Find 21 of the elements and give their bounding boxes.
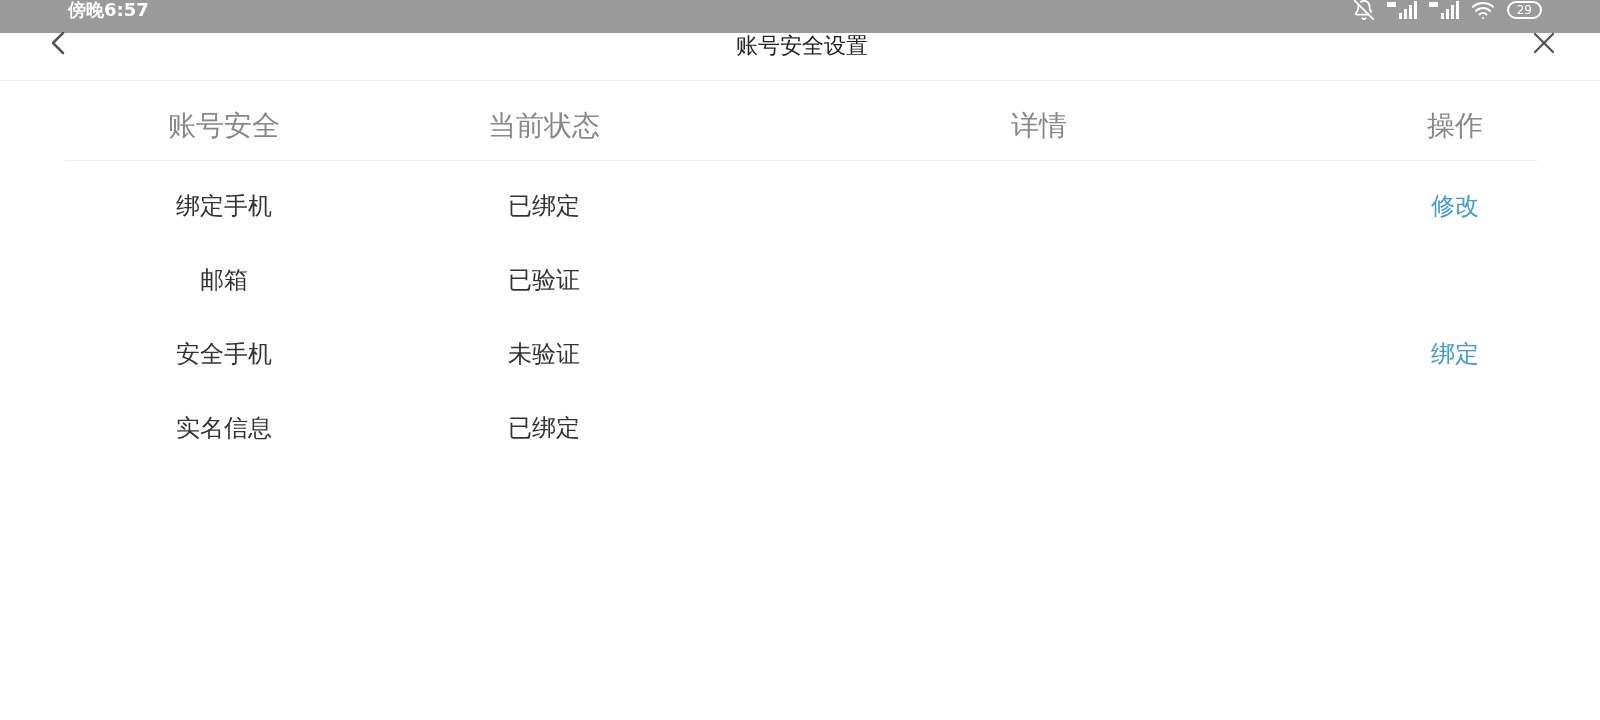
table-cell-text: 邮箱 (199, 265, 249, 296)
column-header: 操作 (1426, 107, 1484, 144)
column-header: 详情 (1010, 107, 1068, 144)
action-link[interactable]: 绑定 (1431, 340, 1479, 368)
column-header: 账号安全 (167, 107, 281, 144)
table-cell-text: 已绑定 (507, 413, 581, 444)
signal-icon (1386, 0, 1417, 19)
mute-icon (1352, 0, 1375, 21)
table-cell-text: 绑定手机 (175, 191, 273, 222)
status-time: 傍晚6:57 (68, 0, 149, 22)
page-title: 账号安全设置 (736, 32, 868, 60)
table-cell-text: 已验证 (507, 265, 581, 296)
battery-icon: 29 (1506, 0, 1542, 19)
wifi-icon (1470, 0, 1495, 22)
table-cell-text: 未验证 (507, 339, 581, 370)
table-cell-text: 已绑定 (507, 191, 581, 222)
table-cell-text: 实名信息 (175, 413, 273, 444)
action-link[interactable]: 修改 (1431, 192, 1479, 220)
column-header: 当前状态 (487, 107, 601, 144)
table-cell-text: 安全手机 (175, 339, 273, 370)
signal-icon (1428, 0, 1459, 19)
